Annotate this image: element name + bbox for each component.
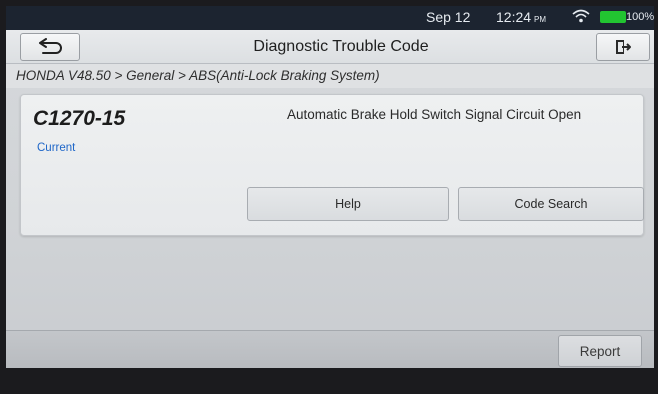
help-button[interactable]: Help xyxy=(247,187,449,221)
code-search-button[interactable]: Code Search xyxy=(458,187,644,221)
breadcrumb: HONDA V48.50 > General > ABS(Anti-Lock B… xyxy=(6,64,654,88)
exit-button[interactable] xyxy=(596,33,650,61)
battery-icon xyxy=(600,11,626,23)
report-button[interactable]: Report xyxy=(558,335,642,367)
back-arrow-icon xyxy=(39,38,62,54)
title-bar: Diagnostic Trouble Code xyxy=(6,30,654,64)
wifi-icon xyxy=(572,9,590,23)
status-time: 12:24 PM xyxy=(496,9,546,25)
status-time-value: 12:24 xyxy=(496,9,532,25)
status-ampm: PM xyxy=(534,15,547,24)
status-bar: Sep 12 12:24 PM 100% xyxy=(6,6,654,30)
bottom-toolbar: Report xyxy=(6,330,654,368)
exit-icon xyxy=(616,40,631,54)
dtc-card: C1270-15 Current Automatic Brake Hold Sw… xyxy=(20,94,644,236)
page-title: Diagnostic Trouble Code xyxy=(253,38,429,55)
dtc-status: Current xyxy=(37,142,76,154)
battery-level: 100% xyxy=(626,11,654,23)
status-date: Sep 12 xyxy=(426,9,471,25)
dtc-description: Automatic Brake Hold Switch Signal Circu… xyxy=(287,107,582,122)
dtc-code: C1270-15 xyxy=(33,107,126,130)
back-button[interactable] xyxy=(20,33,80,61)
app-screen: Sep 12 12:24 PM 100% Diagnostic Trouble C… xyxy=(6,6,654,368)
